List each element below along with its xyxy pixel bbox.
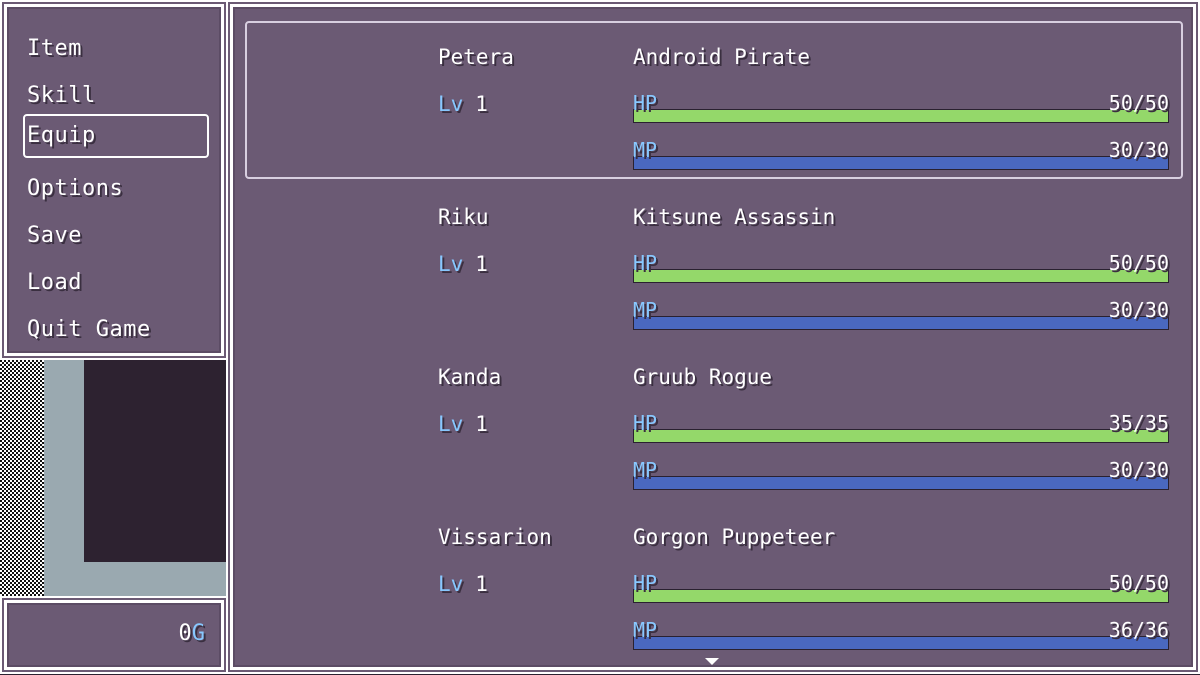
level-label: Lv [438, 412, 464, 436]
mp-gauge-fill [634, 637, 1168, 649]
actor-class: Gorgon Puppeteer [633, 525, 836, 549]
hp-value: 50/50 [1108, 571, 1169, 595]
hp-label: HP [633, 571, 658, 595]
mp-gauge: MP 36/36 [633, 612, 1169, 656]
actor-name: Kanda [438, 365, 502, 389]
hp-label: HP [633, 91, 658, 115]
hp-gauge-fill [634, 430, 1168, 442]
hp-gauge-track [633, 109, 1169, 123]
mp-label: MP [633, 138, 658, 162]
mp-value: 30/30 [1108, 138, 1169, 162]
level-value: 1 [475, 252, 488, 276]
hp-gauge: HP 50/50 [633, 565, 1169, 609]
menu-item-item[interactable]: Item [23, 27, 209, 71]
map-tile-checker [0, 360, 44, 596]
hp-value: 35/35 [1108, 411, 1169, 435]
actor-name: Petera [438, 45, 514, 69]
mp-value: 30/30 [1108, 458, 1169, 482]
party-member-petera[interactable]: Petera Android Pirate Lv 1 HP 50/50 MP 30… [233, 7, 1199, 170]
level-value: 1 [475, 92, 488, 116]
hp-value: 50/50 [1108, 251, 1169, 275]
level-label: Lv [438, 92, 464, 116]
menu-item-load[interactable]: Load [23, 261, 209, 305]
mp-label: MP [633, 618, 658, 642]
menu-item-skill[interactable]: Skill [23, 74, 209, 118]
gold-unit: G [191, 621, 205, 646]
level-value: 1 [475, 572, 488, 596]
level-label: Lv [438, 572, 464, 596]
actor-level: Lv 1 [438, 410, 488, 438]
map-wall [84, 360, 226, 562]
hp-value: 50/50 [1108, 91, 1169, 115]
mp-label: MP [633, 458, 658, 482]
hp-gauge-fill [634, 110, 1168, 122]
menu-item-equip[interactable]: Equip [23, 114, 209, 158]
gold-amount: 0 [178, 621, 192, 646]
party-member-vissarion[interactable]: Vissarion Gorgon Puppeteer Lv 1 HP 50/50 … [233, 487, 1199, 650]
actor-level: Lv 1 [438, 250, 488, 278]
hp-gauge-track [633, 269, 1169, 283]
gold-display: 0G [179, 621, 206, 646]
hp-label: HP [633, 411, 658, 435]
mp-label: MP [633, 298, 658, 322]
hp-gauge-fill [634, 590, 1168, 602]
party-member-kanda[interactable]: Kanda Gruub Rogue Lv 1 HP 35/35 MP 30/30 [233, 327, 1199, 490]
hp-label: HP [633, 251, 658, 275]
hp-gauge-track [633, 589, 1169, 603]
actor-class: Kitsune Assassin [633, 205, 836, 229]
hp-gauge-track [633, 429, 1169, 443]
actor-class: Gruub Rogue [633, 365, 773, 389]
menu-item-options[interactable]: Options [23, 167, 209, 211]
actor-class: Android Pirate [633, 45, 811, 69]
hp-gauge: HP 35/35 [633, 405, 1169, 449]
hp-gauge: HP 50/50 [633, 245, 1169, 289]
actor-name: Vissarion [438, 525, 552, 549]
level-label: Lv [438, 252, 464, 276]
actor-level: Lv 1 [438, 90, 488, 118]
hp-gauge-fill [634, 270, 1168, 282]
level-value: 1 [475, 412, 488, 436]
party-member-riku[interactable]: Riku Kitsune Assassin Lv 1 HP 50/50 MP 30… [233, 167, 1199, 330]
hp-gauge: HP 50/50 [633, 85, 1169, 129]
actor-level: Lv 1 [438, 570, 488, 598]
party-status-window: Petera Android Pirate Lv 1 HP 50/50 MP 30… [230, 4, 1196, 670]
actor-name: Riku [438, 205, 489, 229]
mp-gauge-track [633, 636, 1169, 650]
menu-item-quit-game[interactable]: Quit Game [23, 308, 209, 352]
map-background [0, 360, 226, 596]
menu-item-save[interactable]: Save [23, 214, 209, 258]
gold-window: 0G [4, 600, 224, 670]
down-arrow-icon[interactable] [705, 658, 719, 665]
mp-value: 30/30 [1108, 298, 1169, 322]
mp-value: 36/36 [1108, 618, 1169, 642]
command-menu-window: Item Skill Equip Options Save Load Quit … [4, 4, 224, 356]
